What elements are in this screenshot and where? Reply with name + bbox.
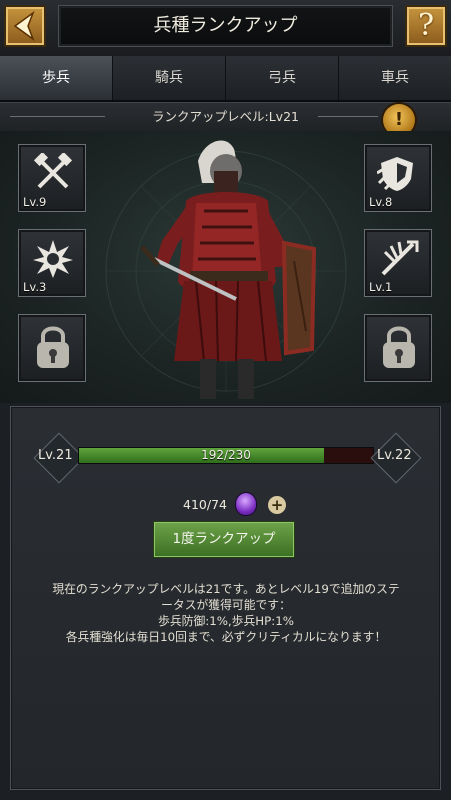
crossed-hammers-icon: [33, 153, 73, 189]
infantry-soldier-figure: [140, 140, 317, 399]
skill-slot-right-1[interactable]: Lv.8: [364, 144, 432, 212]
slash-arrows-icon: [381, 240, 419, 276]
shield-burst-icon: [377, 157, 413, 191]
tab-archer[interactable]: 弓兵: [226, 56, 339, 100]
rank-progress-bar: 192/230: [78, 447, 374, 464]
description-line: 各兵種強化は毎日10回まで、必ずクリティカルになります！: [65, 630, 387, 644]
skill-level: Lv.9: [23, 195, 47, 209]
unit-tabs: 歩兵 騎兵 弓兵 車兵: [0, 56, 451, 102]
rank-description: 現在のランクアップレベルは21です。あとレベル19で追加のステ ータスが獲得可能…: [24, 581, 428, 645]
add-gem-button[interactable]: +: [268, 496, 286, 514]
skill-slot-right-3[interactable]: [364, 314, 432, 382]
current-level-label: Lv.21: [38, 448, 73, 463]
gem-cost-text: 410/74: [183, 497, 227, 512]
next-level-label: Lv.22: [377, 448, 412, 463]
title-plate: 兵種ランクアップ: [58, 5, 393, 47]
help-button[interactable]: ?: [405, 5, 447, 47]
padlock-icon: [37, 326, 69, 368]
description-line: 歩兵防御:1%,歩兵HP:1%: [158, 614, 294, 628]
help-icon: ?: [417, 8, 435, 43]
description-line: ータスが獲得可能です：: [161, 598, 291, 612]
page-title: 兵種ランクアップ: [153, 15, 298, 36]
starburst-icon: [33, 240, 73, 278]
header-bar: 兵種ランクアップ ?: [0, 0, 451, 57]
rank-up-once-button[interactable]: 1度ランクアップ: [153, 521, 295, 558]
purple-gem-icon: [236, 493, 256, 515]
skill-level: Lv.3: [23, 280, 47, 294]
description-line: 現在のランクアップレベルは21です。あとレベル19で追加のステ: [52, 582, 400, 596]
tab-chariot[interactable]: 車兵: [339, 56, 451, 100]
skill-slot-right-2[interactable]: Lv.1: [364, 229, 432, 297]
tab-cavalry[interactable]: 騎兵: [113, 56, 226, 100]
back-button[interactable]: [4, 5, 46, 47]
skill-slot-left-3[interactable]: [18, 314, 86, 382]
rank-progress-text: 192/230: [201, 448, 251, 462]
back-arrow-icon: [13, 10, 35, 42]
padlock-icon: [383, 326, 415, 368]
skill-slot-left-2[interactable]: Lv.3: [18, 229, 86, 297]
skill-level: Lv.8: [369, 195, 393, 209]
tab-infantry[interactable]: 歩兵: [0, 56, 113, 100]
skill-level: Lv.1: [369, 280, 393, 294]
skill-slot-left-1[interactable]: Lv.9: [18, 144, 86, 212]
unit-showcase: Lv.9 Lv.3 Lv.8 Lv.1: [0, 131, 451, 403]
